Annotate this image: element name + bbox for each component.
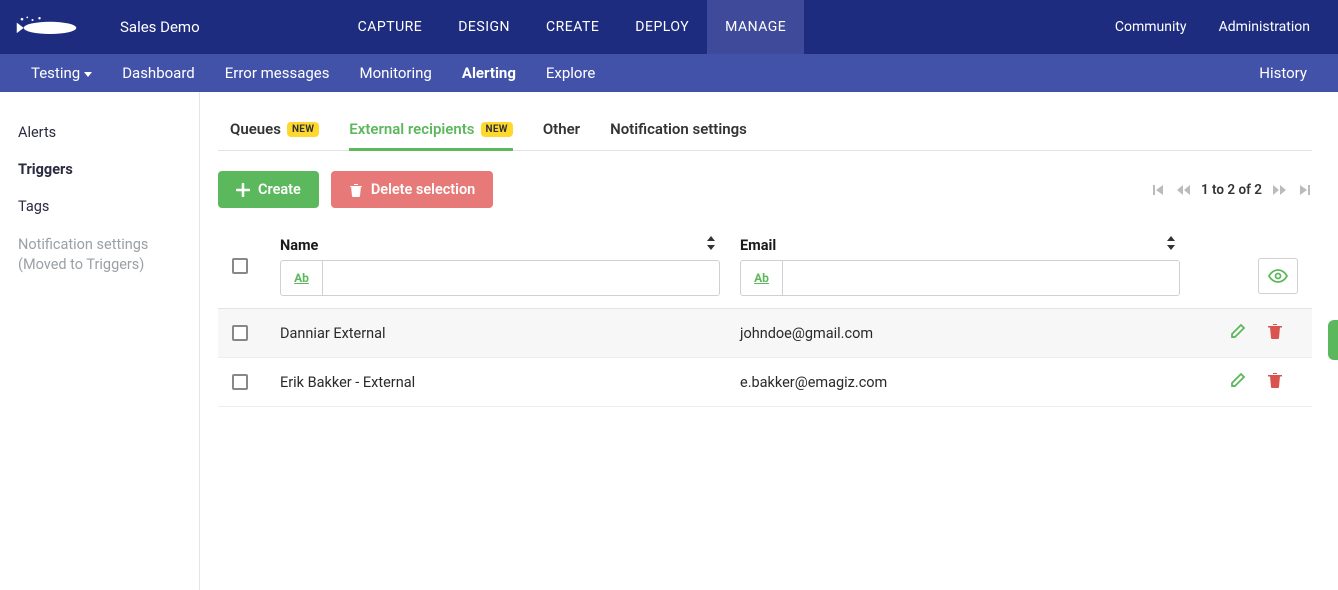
row-checkbox-cell (232, 374, 280, 390)
delete-selection-label: Delete selection (371, 181, 475, 198)
column-email: Email Ab (740, 236, 1180, 296)
eye-icon (1268, 269, 1288, 283)
tab-queues-label: Queues (230, 120, 281, 138)
email-filter-mode[interactable]: Ab (741, 261, 783, 295)
edit-icon (1230, 372, 1246, 388)
nav-administration[interactable]: Administration (1203, 0, 1326, 54)
top-right: Community Administration (1099, 0, 1338, 54)
column-email-header[interactable]: Email (740, 236, 1180, 254)
sort-icon (706, 236, 716, 254)
top-nav: CAPTURE DESIGN CREATE DEPLOY MANAGE (340, 0, 805, 54)
delete-button[interactable] (1268, 323, 1282, 343)
nav-community[interactable]: Community (1099, 0, 1203, 54)
trash-icon (1268, 372, 1282, 388)
row-actions (1230, 323, 1298, 343)
sidebar: Alerts Triggers Tags Notification settin… (0, 92, 200, 590)
trash-icon (349, 183, 363, 197)
delete-selection-button[interactable]: Delete selection (331, 171, 493, 208)
table-header: Name Ab Email Ab (218, 230, 1312, 309)
sort-icon (1166, 236, 1176, 254)
nav-design[interactable]: DESIGN (440, 0, 528, 54)
cell-name: Danniar External (280, 325, 720, 342)
tab-external-recipients[interactable]: External recipients NEW (349, 120, 513, 138)
pager-next-icon[interactable] (1272, 183, 1288, 197)
tab-other[interactable]: Other (543, 120, 580, 138)
pager-last-icon[interactable] (1298, 183, 1312, 197)
column-email-label: Email (740, 237, 776, 254)
select-all-checkbox[interactable] (232, 258, 248, 274)
tab-notification-settings[interactable]: Notification settings (610, 120, 747, 138)
logo-area: Sales Demo (0, 9, 220, 45)
cell-email: johndoe@gmail.com (740, 325, 1180, 342)
plus-icon (236, 183, 250, 197)
create-button[interactable]: Create (218, 171, 319, 208)
edit-button[interactable] (1230, 323, 1246, 343)
toolbar: Create Delete selection 1 to 2 of 2 (218, 171, 1312, 208)
badge-new: NEW (287, 122, 319, 137)
table-row: Erik Bakker - External e.bakker@emagiz.c… (218, 358, 1312, 407)
sub-bar: Testing Dashboard Error messages Monitor… (0, 54, 1338, 92)
tab-queues[interactable]: Queues NEW (230, 120, 319, 138)
create-button-label: Create (258, 181, 301, 198)
subnav-history[interactable]: History (1244, 64, 1322, 82)
sidebar-item-tags[interactable]: Tags (18, 188, 181, 225)
subnav-testing[interactable]: Testing (16, 64, 107, 82)
column-name-label: Name (280, 237, 318, 254)
nav-create[interactable]: CREATE (528, 0, 617, 54)
delete-button[interactable] (1268, 372, 1282, 392)
badge-new: NEW (481, 122, 513, 137)
tabs: Queues NEW External recipients NEW Other… (218, 120, 1312, 151)
nav-capture[interactable]: CAPTURE (340, 0, 441, 54)
row-checkbox[interactable] (232, 374, 248, 390)
subnav-explore[interactable]: Explore (531, 64, 611, 82)
row-checkbox-cell (232, 325, 280, 341)
column-name: Name Ab (280, 236, 720, 296)
name-filter-mode[interactable]: Ab (281, 261, 323, 295)
subnav-dashboard[interactable]: Dashboard (107, 64, 210, 82)
subnav-testing-label: Testing (31, 64, 80, 82)
header-checkbox-cell (232, 236, 280, 274)
pager: 1 to 2 of 2 (1151, 182, 1312, 198)
name-filter: Ab (280, 260, 720, 296)
nav-deploy[interactable]: DEPLOY (617, 0, 707, 54)
pager-label: 1 to 2 of 2 (1201, 182, 1262, 198)
pager-first-icon[interactable] (1151, 183, 1165, 197)
tab-external-recipients-label: External recipients (349, 120, 474, 138)
content: Queues NEW External recipients NEW Other… (200, 92, 1338, 590)
top-bar: Sales Demo CAPTURE DESIGN CREATE DEPLOY … (0, 0, 1338, 54)
pager-prev-icon[interactable] (1175, 183, 1191, 197)
subnav-monitoring[interactable]: Monitoring (345, 64, 447, 82)
chevron-down-icon (84, 72, 92, 77)
cell-name: Erik Bakker - External (280, 374, 720, 391)
edit-button[interactable] (1230, 372, 1246, 392)
subnav-error-messages[interactable]: Error messages (210, 64, 345, 82)
name-filter-input[interactable] (323, 261, 719, 295)
brand-label: Sales Demo (120, 18, 200, 36)
subnav-alerting[interactable]: Alerting (447, 64, 531, 82)
row-actions (1230, 372, 1298, 392)
sidebar-item-alerts[interactable]: Alerts (18, 114, 181, 151)
header-actions (1258, 236, 1298, 294)
nav-manage[interactable]: MANAGE (707, 0, 804, 54)
trash-icon (1268, 323, 1282, 339)
sidebar-item-triggers[interactable]: Triggers (18, 151, 181, 188)
email-filter-input[interactable] (783, 261, 1179, 295)
row-checkbox[interactable] (232, 325, 248, 341)
email-filter: Ab (740, 260, 1180, 296)
column-name-header[interactable]: Name (280, 236, 720, 254)
table: Name Ab Email Ab (218, 230, 1312, 407)
column-visibility-button[interactable] (1258, 258, 1298, 294)
table-row: Danniar External johndoe@gmail.com (218, 309, 1312, 358)
logo-icon (10, 9, 90, 45)
side-widget[interactable] (1328, 320, 1338, 360)
edit-icon (1230, 323, 1246, 339)
main: Alerts Triggers Tags Notification settin… (0, 92, 1338, 590)
cell-email: e.bakker@emagiz.com (740, 374, 1180, 391)
sidebar-item-notification-settings[interactable]: Notification settings (Moved to Triggers… (18, 225, 181, 286)
